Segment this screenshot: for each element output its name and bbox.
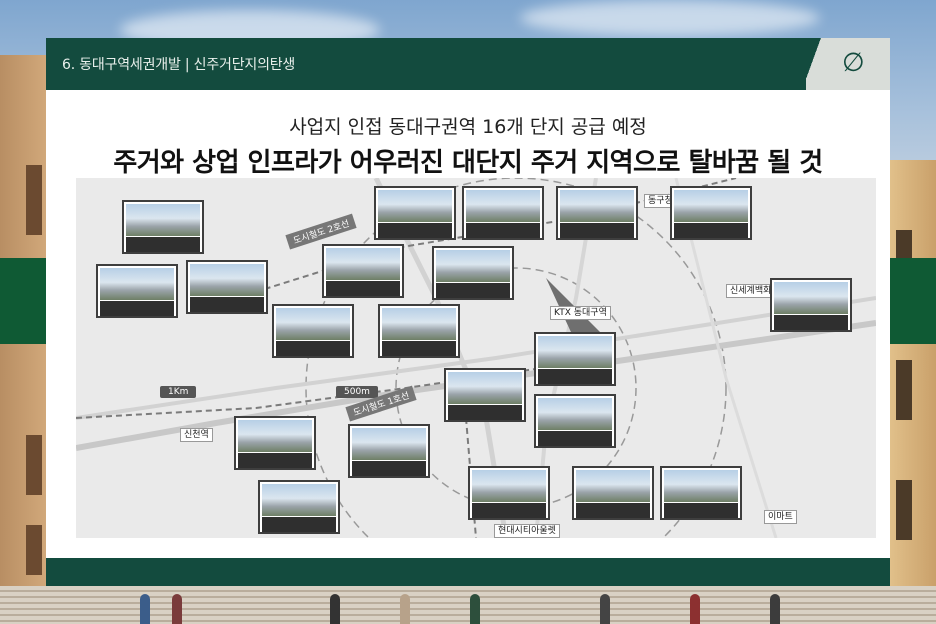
complex-photo <box>444 368 526 422</box>
complex-photo <box>670 186 752 240</box>
cloud <box>520 0 820 36</box>
green-band-right <box>890 258 936 344</box>
complex-image <box>326 248 400 280</box>
complex-image <box>538 336 612 368</box>
complex-image <box>238 420 312 452</box>
complex-image <box>576 470 650 502</box>
complex-image <box>378 190 452 222</box>
complex-photo <box>374 186 456 240</box>
slide-title: 6. 동대구역세권개발 | 신주거단지의탄생 <box>62 57 296 73</box>
complex-photo <box>572 466 654 520</box>
complex-caption <box>560 223 634 238</box>
complex-caption <box>664 503 738 518</box>
station-sincheon: 신천역 <box>180 428 213 442</box>
complex-caption <box>100 301 174 316</box>
complex-caption <box>262 517 336 532</box>
distance-500m-label: 500m <box>336 386 378 398</box>
person <box>600 594 610 624</box>
complex-caption <box>576 503 650 518</box>
complex-caption <box>448 405 522 420</box>
window <box>26 435 42 495</box>
complex-photo <box>378 304 460 358</box>
complex-image <box>674 190 748 222</box>
complex-image <box>352 428 426 460</box>
person <box>140 594 150 624</box>
window <box>896 230 912 260</box>
complex-image <box>190 264 264 296</box>
complex-photo <box>660 466 742 520</box>
window <box>896 360 912 420</box>
complex-caption <box>126 237 200 252</box>
complex-image <box>538 398 612 430</box>
complex-caption <box>276 341 350 356</box>
complex-caption <box>436 283 510 298</box>
emart-store: 이마트 <box>764 510 797 524</box>
building-right <box>890 160 936 624</box>
complex-caption <box>774 315 848 330</box>
complex-image <box>448 372 522 404</box>
ktx-station: KTX 동대구역 <box>550 306 611 320</box>
complex-photo <box>462 186 544 240</box>
complex-image <box>262 484 336 516</box>
slide-footer <box>46 558 890 586</box>
complex-photo <box>468 466 550 520</box>
complex-image <box>100 268 174 300</box>
area-map: 1Km 500m 도시철도 2호선 도시철도 1호선 신천역 동구청역 KTX … <box>76 178 876 538</box>
slide-subtitle: 사업지 인접 동대구권역 16개 단지 공급 예정 <box>289 116 647 138</box>
complex-caption <box>466 223 540 238</box>
complex-caption <box>674 223 748 238</box>
complex-photo <box>272 304 354 358</box>
complex-image <box>126 204 200 236</box>
complex-image <box>276 308 350 340</box>
complex-photo <box>534 394 616 448</box>
distance-1km-label: 1Km <box>160 386 197 398</box>
person <box>400 594 410 624</box>
complex-caption <box>472 503 546 518</box>
logo: ∅ <box>806 38 890 90</box>
complex-caption <box>238 453 312 468</box>
complex-image <box>560 190 634 222</box>
logo-icon: ∅ <box>842 48 865 78</box>
complex-caption <box>190 297 264 312</box>
person <box>690 594 700 624</box>
green-band-left <box>0 258 46 344</box>
complex-photo <box>258 480 340 534</box>
complex-caption <box>326 281 400 296</box>
complex-photo <box>322 244 404 298</box>
slide-header: 6. 동대구역세권개발 | 신주거단지의탄생 ∅ <box>46 38 890 90</box>
complex-caption <box>352 461 426 476</box>
complex-photo <box>534 332 616 386</box>
complex-photo <box>186 260 268 314</box>
person <box>770 594 780 624</box>
person <box>172 594 182 624</box>
complex-photo <box>234 416 316 470</box>
complex-photo <box>96 264 178 318</box>
window <box>26 525 42 575</box>
complex-photo <box>122 200 204 254</box>
complex-image <box>774 282 848 314</box>
complex-image <box>382 308 456 340</box>
complex-photo <box>556 186 638 240</box>
person <box>470 594 480 624</box>
complex-image <box>466 190 540 222</box>
complex-image <box>664 470 738 502</box>
complex-photo <box>432 246 514 300</box>
complex-photo <box>770 278 852 332</box>
complex-caption <box>538 431 612 446</box>
window <box>26 165 42 235</box>
window <box>896 480 912 540</box>
complex-photo <box>348 424 430 478</box>
complex-caption <box>538 369 612 384</box>
complex-image <box>472 470 546 502</box>
outlet-store: 현대시티아울렛 <box>494 524 560 538</box>
slide-headline: 주거와 상업 인프라가 어우러진 대단지 주거 지역으로 탈바꿈 될 것 <box>113 148 823 178</box>
presentation-slide: 6. 동대구역세권개발 | 신주거단지의탄생 ∅ 사업지 인접 동대구권역 16… <box>46 38 890 586</box>
person <box>330 594 340 624</box>
complex-caption <box>382 341 456 356</box>
complex-caption <box>378 223 452 238</box>
complex-image <box>436 250 510 282</box>
